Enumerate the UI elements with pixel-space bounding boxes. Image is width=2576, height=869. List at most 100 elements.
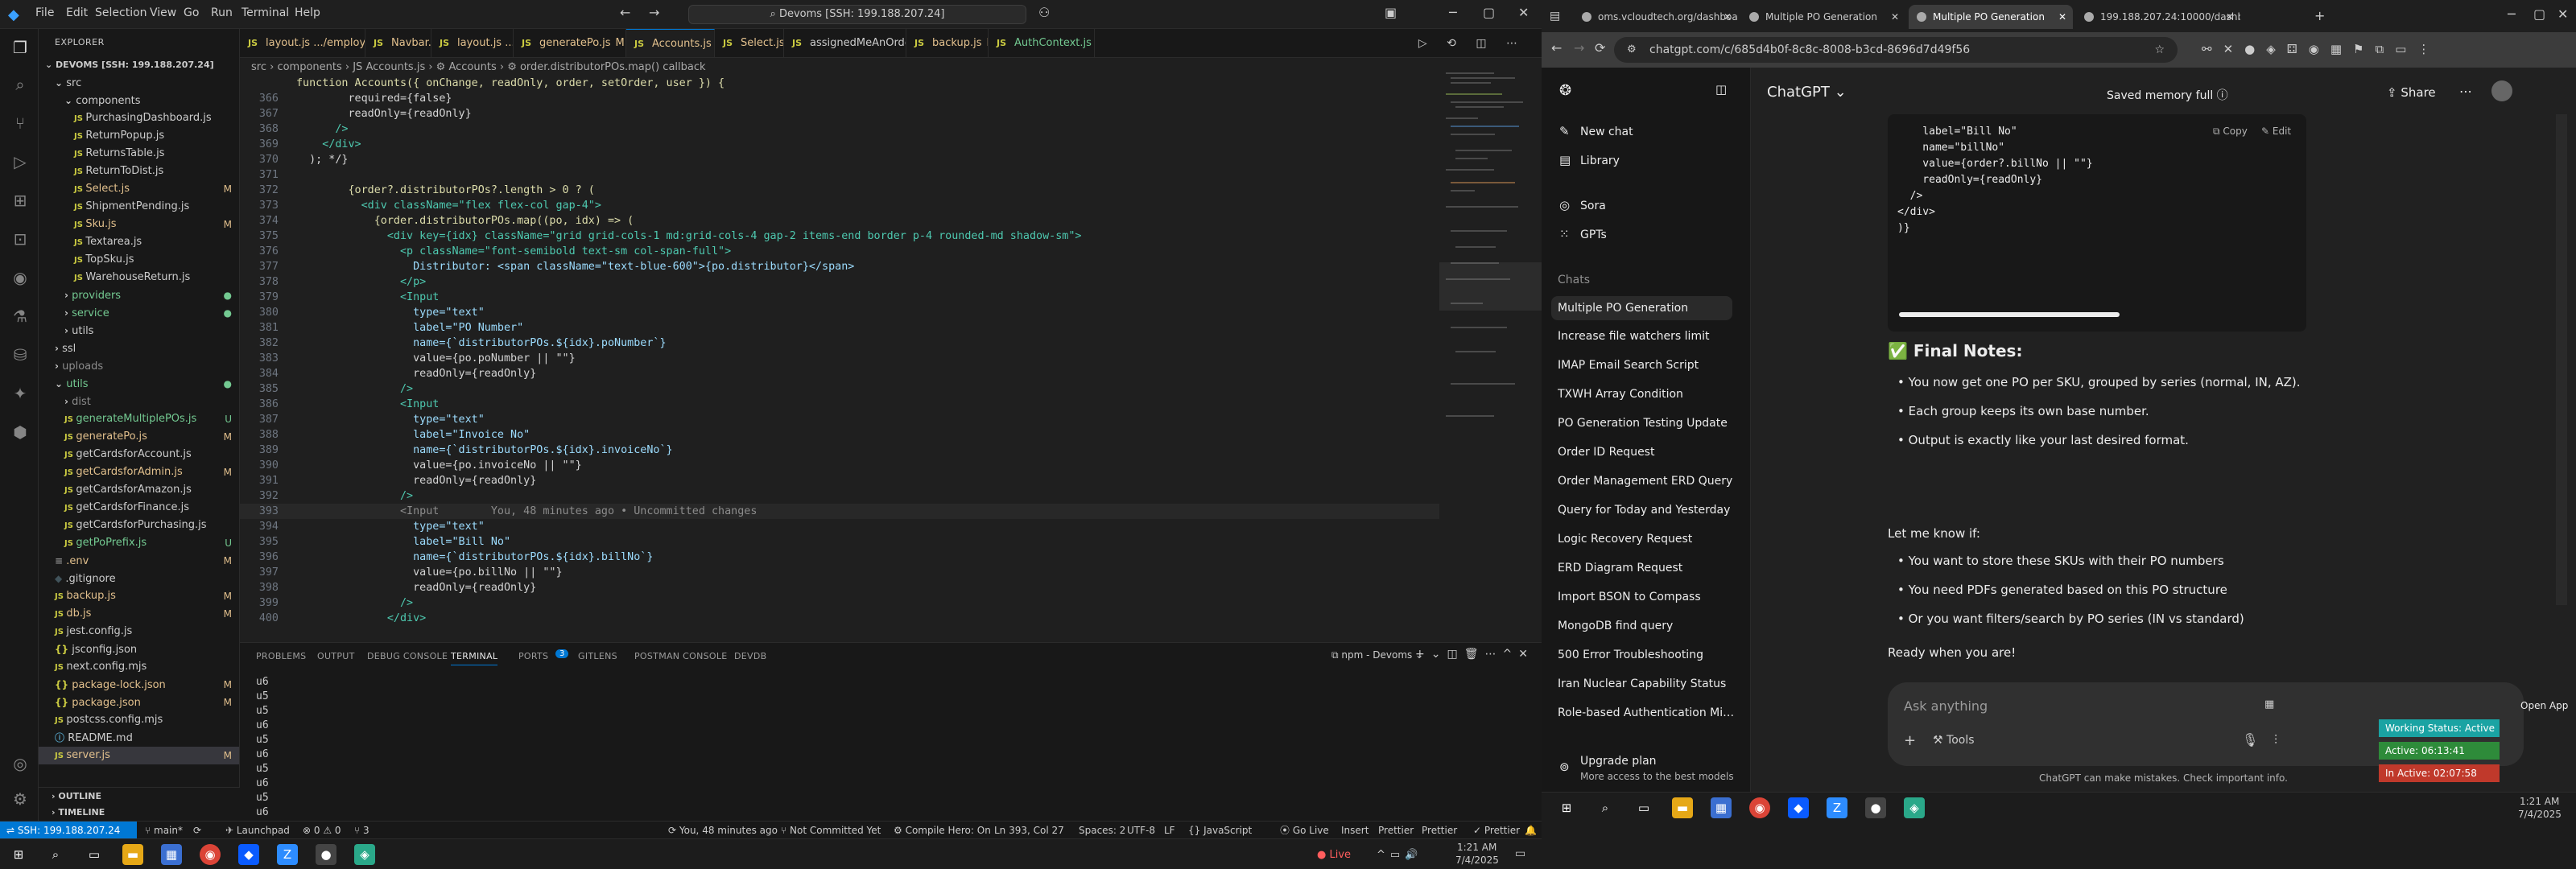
app-icon-2[interactable]: ◈: [1904, 797, 1925, 818]
chrome-taskbar-icon[interactable]: ◉: [200, 844, 221, 865]
app-icon[interactable]: ◈: [354, 844, 375, 865]
file-explorer-icon[interactable]: ▬: [122, 844, 143, 865]
file-tree-item[interactable]: JS generatePo.js M: [39, 428, 239, 446]
prompt-input[interactable]: Ask anything: [1904, 698, 1988, 714]
postman-icon[interactable]: ✦: [10, 383, 31, 404]
editor-tab[interactable]: JS generatePo.js M: [514, 29, 626, 57]
plus-icon[interactable]: +: [1904, 732, 1916, 749]
code-line[interactable]: 381 label="PO Number": [240, 320, 1439, 336]
terminal-selector[interactable]: ⧉ npm - Devoms ⌄: [1331, 649, 1423, 661]
code-scrollbar[interactable]: [1899, 312, 2120, 317]
go-live[interactable]: ⦿ Go Live: [1280, 822, 1329, 839]
code-line[interactable]: 373 <div className="flex flex-col gap-4"…: [240, 198, 1439, 213]
browser-tab[interactable]: Multiple PO Generation ✕: [1741, 5, 1905, 29]
code-line[interactable]: 391 readOnly={readOnly}: [240, 473, 1439, 488]
ports-indicator[interactable]: ⑂ 3: [354, 822, 369, 839]
mic-icon[interactable]: 🎙: [2242, 732, 2258, 748]
source-control-icon[interactable]: ⑂: [10, 113, 31, 134]
file-tree-item[interactable]: ◆ .gitignore: [39, 570, 239, 587]
command-center[interactable]: ⌕ Devoms [SSH: 199.188.207.24]: [688, 5, 1026, 24]
close-icon[interactable]: ✕: [1518, 5, 1529, 20]
panel-actions[interactable]: +⌄◫🗑⋯^✕: [1415, 648, 1534, 661]
live-indicator[interactable]: ● Live: [1317, 849, 1351, 861]
minimap[interactable]: [1439, 69, 1542, 640]
code-line[interactable]: 389 name={`distributorPOs.${idx}.invoice…: [240, 443, 1439, 458]
zoom-icon-2[interactable]: Z: [1827, 797, 1847, 818]
code-line[interactable]: 399 />: [240, 595, 1439, 611]
file-tree-item[interactable]: JS ReturnsTable.js: [39, 145, 239, 163]
sidebar-gpts[interactable]: GPTs: [1580, 229, 1765, 241]
breadcrumb[interactable]: src › components › JS Accounts.js › ⚙ Ac…: [251, 61, 706, 73]
panel-tab[interactable]: PORTS: [518, 651, 548, 661]
upgrade-plan[interactable]: Upgrade plan: [1580, 755, 1765, 768]
file-tree-item[interactable]: ≡ .env M: [39, 552, 239, 570]
file-tree-item[interactable]: JS ReturnPopup.js: [39, 127, 239, 145]
testing-icon[interactable]: ⚗: [10, 306, 31, 327]
file-tree-item[interactable]: JS db.js M: [39, 605, 239, 623]
blame-indicator[interactable]: ⟳ You, 48 minutes ago: [668, 822, 778, 839]
file-tree-item[interactable]: › providers ●: [39, 286, 239, 304]
taskbar-search-icon[interactable]: ⌕: [45, 844, 66, 865]
code-line[interactable]: function Accounts({ onChange, readOnly, …: [240, 76, 1439, 91]
task-view-icon-2[interactable]: ▭: [1633, 797, 1654, 818]
task-view-icon[interactable]: ▭: [84, 844, 105, 865]
prettier-3[interactable]: ✓ Prettier: [1473, 822, 1520, 839]
menu-selection[interactable]: Selection: [95, 6, 147, 19]
store-icon[interactable]: ▦: [161, 844, 182, 865]
layout-icon[interactable]: ▣: [1385, 5, 1397, 20]
code-line[interactable]: 392 />: [240, 488, 1439, 504]
code-line[interactable]: 384 readOnly={readOnly}: [240, 366, 1439, 381]
prettier-1[interactable]: Prettier: [1378, 822, 1414, 839]
code-line[interactable]: 374 {order.distributorPOs.map((po, idx) …: [240, 213, 1439, 229]
chat-history-item[interactable]: Increase file watchers limit: [1558, 330, 1739, 343]
remote-indicator[interactable]: ⇌ SSH: 199.188.207.24: [0, 822, 137, 839]
file-tree-item[interactable]: JS getCardsforAmazon.js: [39, 481, 239, 499]
chat-history-item[interactable]: MongoDB find query: [1558, 620, 1739, 632]
chat-history-item[interactable]: PO Generation Testing Update: [1558, 417, 1739, 430]
code-line[interactable]: 370 ); */}: [240, 152, 1439, 167]
panel-tab[interactable]: DEVDB: [734, 651, 766, 661]
file-tree-item[interactable]: JS Select.js M: [39, 180, 239, 198]
chrome-close-icon[interactable]: ✕: [2557, 6, 2568, 22]
chat-history-item[interactable]: Order ID Request: [1558, 446, 1739, 459]
menu-terminal[interactable]: Terminal: [242, 6, 289, 19]
close-tab-icon[interactable]: ✕: [2058, 5, 2066, 29]
compile-hero[interactable]: ⚙ Compile Hero: On: [894, 822, 991, 839]
chat-history-item[interactable]: Iran Nuclear Capability Status: [1558, 677, 1739, 690]
file-tree-item[interactable]: JS WarehouseReturn.js: [39, 269, 239, 286]
indentation[interactable]: Spaces: 2: [1079, 822, 1125, 839]
bell-icon[interactable]: 🔔: [1525, 822, 1537, 839]
chrome-minimize-icon[interactable]: ─: [2508, 6, 2516, 22]
vscode-taskbar-icon[interactable]: ◆: [238, 844, 259, 865]
chat-history-item[interactable]: Role-based Authentication Mid...: [1558, 706, 1739, 719]
code-line[interactable]: 396 name={`distributorPOs.${idx}.billNo`…: [240, 550, 1439, 565]
browser-tab[interactable]: oms.vcloudtech.org/dashboard ✕: [1574, 5, 1738, 29]
commit-status[interactable]: ⑂ Not Committed Yet: [781, 822, 881, 839]
database-icon[interactable]: ⛁: [10, 344, 31, 365]
sync-icon[interactable]: ⟳: [193, 822, 201, 839]
chat-scrollbar[interactable]: [2556, 114, 2567, 605]
chat-history-item[interactable]: Logic Recovery Request: [1558, 533, 1739, 546]
docker-icon[interactable]: ⬢: [10, 422, 31, 443]
launchpad[interactable]: ✈ Launchpad: [225, 822, 290, 839]
editor-tab[interactable]: JSAccounts.jsM: [626, 29, 715, 57]
chat-history-item[interactable]: Import BSON to Compass: [1558, 591, 1739, 603]
file-tree-item[interactable]: JS next.config.mjs: [39, 658, 239, 676]
maximize-icon[interactable]: ▢: [1483, 5, 1495, 20]
forward-arrow-icon[interactable]: →: [649, 5, 659, 20]
prettier-2[interactable]: Prettier: [1422, 822, 1457, 839]
tray-icons[interactable]: ^▭🔊: [1377, 849, 1422, 861]
run-debug-icon[interactable]: ▷: [10, 151, 31, 172]
file-tree-item[interactable]: › uploads: [39, 357, 239, 375]
tools-button[interactable]: ⚒ Tools: [1933, 734, 1975, 747]
file-tree-item[interactable]: JS getCardsforFinance.js: [39, 499, 239, 517]
eol[interactable]: LF: [1164, 822, 1175, 839]
file-tree-item[interactable]: ⌄ components: [39, 92, 239, 109]
copilot-icon[interactable]: ⚇: [1038, 5, 1050, 20]
start-icon[interactable]: ⊞: [8, 844, 29, 865]
chrome-forward-icon[interactable]: →: [1574, 40, 1584, 56]
file-tree-item[interactable]: {} package-lock.json M: [39, 676, 239, 694]
panel-tab[interactable]: DEBUG CONSOLE: [367, 651, 448, 661]
zoom-icon[interactable]: Z: [277, 844, 298, 865]
store-icon-2[interactable]: ▦: [1711, 797, 1732, 818]
